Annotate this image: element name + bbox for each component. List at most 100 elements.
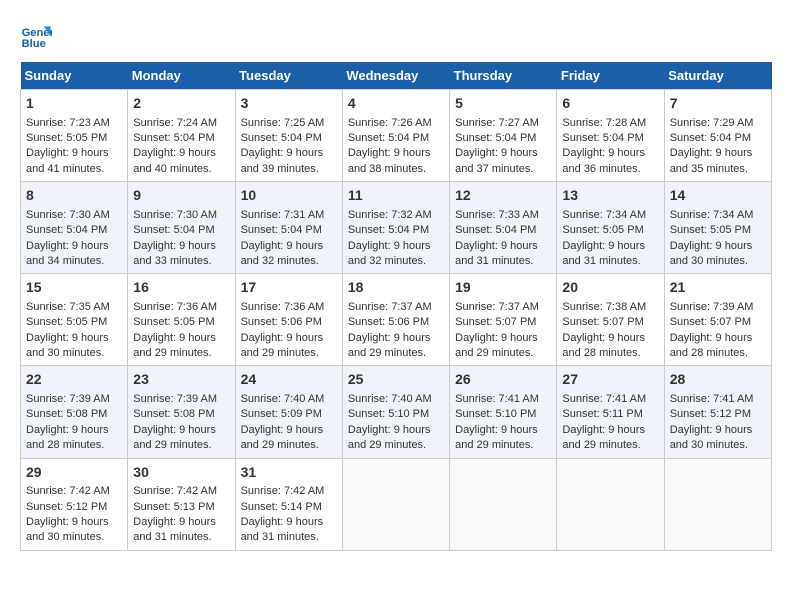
daylight-hours: Daylight: 9 hours and 28 minutes.	[562, 332, 645, 359]
daylight-hours: Daylight: 9 hours and 39 minutes.	[241, 147, 324, 174]
sunrise-time: Sunrise: 7:36 AM	[133, 301, 217, 313]
daylight-hours: Daylight: 9 hours and 31 minutes.	[455, 240, 538, 267]
day-number: 12	[455, 186, 551, 206]
day-number: 14	[670, 186, 766, 206]
calendar-cell: 25Sunrise: 7:40 AMSunset: 5:10 PMDayligh…	[342, 366, 449, 458]
sunrise-time: Sunrise: 7:39 AM	[26, 393, 110, 405]
calendar-cell: 30Sunrise: 7:42 AMSunset: 5:13 PMDayligh…	[128, 458, 235, 550]
day-number: 9	[133, 186, 229, 206]
sunset-time: Sunset: 5:12 PM	[26, 501, 107, 513]
calendar-cell: 28Sunrise: 7:41 AMSunset: 5:12 PMDayligh…	[664, 366, 771, 458]
calendar-cell: 15Sunrise: 7:35 AMSunset: 5:05 PMDayligh…	[21, 274, 128, 366]
daylight-hours: Daylight: 9 hours and 28 minutes.	[26, 424, 109, 451]
sunset-time: Sunset: 5:06 PM	[241, 316, 322, 328]
day-number: 11	[348, 186, 444, 206]
page-container: General Blue SundayMondayTuesdayWednesda…	[20, 20, 772, 551]
calendar-week-2: 8 Sunrise: 7:30 AM Sunset: 5:04 PM Daylight…	[21, 182, 772, 274]
sunset-time: Sunset: 5:13 PM	[133, 501, 214, 513]
calendar-cell: 21Sunrise: 7:39 AMSunset: 5:07 PMDayligh…	[664, 274, 771, 366]
calendar-cell: 22 Sunrise: 7:39 AM Sunset: 5:08 PM Dayligh…	[21, 366, 128, 458]
calendar-week-4: 22 Sunrise: 7:39 AM Sunset: 5:08 PM Dayligh…	[21, 366, 772, 458]
calendar-cell: 24Sunrise: 7:40 AMSunset: 5:09 PMDayligh…	[235, 366, 342, 458]
sunrise-time: Sunrise: 7:37 AM	[348, 301, 432, 313]
header-tuesday: Tuesday	[235, 62, 342, 90]
day-number: 22	[26, 370, 122, 390]
calendar-table: SundayMondayTuesdayWednesdayThursdayFrid…	[20, 62, 772, 551]
header-friday: Friday	[557, 62, 664, 90]
day-number: 1	[26, 94, 122, 114]
day-number: 25	[348, 370, 444, 390]
sunset-time: Sunset: 5:05 PM	[26, 132, 107, 144]
sunrise-time: Sunrise: 7:42 AM	[26, 485, 110, 497]
daylight-hours: Daylight: 9 hours and 29 minutes.	[241, 424, 324, 451]
calendar-cell: 11Sunrise: 7:32 AMSunset: 5:04 PMDayligh…	[342, 182, 449, 274]
daylight-hours: Daylight: 9 hours and 29 minutes.	[348, 332, 431, 359]
logo: General Blue	[20, 20, 52, 52]
sunrise-time: Sunrise: 7:36 AM	[241, 301, 325, 313]
sunset-time: Sunset: 5:11 PM	[562, 408, 643, 420]
header-wednesday: Wednesday	[342, 62, 449, 90]
sunset-time: Sunset: 5:04 PM	[133, 132, 214, 144]
sunset-time: Sunset: 5:04 PM	[455, 132, 536, 144]
sunset-time: Sunset: 5:04 PM	[348, 224, 429, 236]
daylight-hours: Daylight: 9 hours and 38 minutes.	[348, 147, 431, 174]
sunrise-time: Sunrise: 7:34 AM	[562, 209, 646, 221]
day-number: 29	[26, 463, 122, 483]
sunset-time: Sunset: 5:10 PM	[455, 408, 536, 420]
sunrise-time: Sunrise: 7:42 AM	[133, 485, 217, 497]
calendar-cell: 18 Sunrise: 7:37 AM Sunset: 5:06 PM Dayligh…	[342, 274, 449, 366]
daylight-hours: Daylight: 9 hours and 28 minutes.	[670, 332, 753, 359]
header-thursday: Thursday	[450, 62, 557, 90]
day-number: 28	[670, 370, 766, 390]
calendar-cell: 10Sunrise: 7:31 AMSunset: 5:04 PMDayligh…	[235, 182, 342, 274]
calendar-cell: 9Sunrise: 7:30 AMSunset: 5:04 PMDaylight…	[128, 182, 235, 274]
sunset-time: Sunset: 5:05 PM	[562, 224, 643, 236]
day-number: 8	[26, 186, 122, 206]
daylight-hours: Daylight: 9 hours and 29 minutes.	[133, 332, 216, 359]
sunrise-time: Sunrise: 7:39 AM	[133, 393, 217, 405]
calendar-cell: 27Sunrise: 7:41 AMSunset: 5:11 PMDayligh…	[557, 366, 664, 458]
sunset-time: Sunset: 5:10 PM	[348, 408, 429, 420]
svg-text:Blue: Blue	[22, 38, 46, 50]
sunset-time: Sunset: 5:04 PM	[455, 224, 536, 236]
calendar-cell	[342, 458, 449, 550]
day-number: 23	[133, 370, 229, 390]
sunrise-time: Sunrise: 7:27 AM	[455, 117, 539, 129]
daylight-hours: Daylight: 9 hours and 29 minutes.	[241, 332, 324, 359]
day-number: 6	[562, 94, 658, 114]
sunrise-time: Sunrise: 7:40 AM	[348, 393, 432, 405]
daylight-hours: Daylight: 9 hours and 30 minutes.	[26, 332, 109, 359]
calendar-cell: 2Sunrise: 7:24 AMSunset: 5:04 PMDaylight…	[128, 90, 235, 182]
calendar-cell: 31Sunrise: 7:42 AMSunset: 5:14 PMDayligh…	[235, 458, 342, 550]
day-number: 5	[455, 94, 551, 114]
day-number: 26	[455, 370, 551, 390]
day-number: 31	[241, 463, 337, 483]
daylight-hours: Daylight: 9 hours and 37 minutes.	[455, 147, 538, 174]
calendar-cell: 23Sunrise: 7:39 AMSunset: 5:08 PMDayligh…	[128, 366, 235, 458]
sunrise-time: Sunrise: 7:38 AM	[562, 301, 646, 313]
sunrise-time: Sunrise: 7:40 AM	[241, 393, 325, 405]
calendar-cell: 7Sunrise: 7:29 AMSunset: 5:04 PMDaylight…	[664, 90, 771, 182]
daylight-hours: Daylight: 9 hours and 40 minutes.	[133, 147, 216, 174]
calendar-cell: 6Sunrise: 7:28 AMSunset: 5:04 PMDaylight…	[557, 90, 664, 182]
calendar-cell	[450, 458, 557, 550]
daylight-hours: Daylight: 9 hours and 29 minutes.	[562, 424, 645, 451]
daylight-hours: Daylight: 9 hours and 31 minutes.	[133, 516, 216, 543]
day-number: 7	[670, 94, 766, 114]
sunset-time: Sunset: 5:08 PM	[26, 408, 107, 420]
day-number: 27	[562, 370, 658, 390]
daylight-hours: Daylight: 9 hours and 31 minutes.	[241, 516, 324, 543]
sunrise-time: Sunrise: 7:35 AM	[26, 301, 110, 313]
sunset-time: Sunset: 5:06 PM	[348, 316, 429, 328]
sunrise-time: Sunrise: 7:30 AM	[133, 209, 217, 221]
daylight-hours: Daylight: 9 hours and 29 minutes.	[133, 424, 216, 451]
day-number: 17	[241, 278, 337, 298]
sunset-time: Sunset: 5:14 PM	[241, 501, 322, 513]
sunrise-time: Sunrise: 7:23 AM	[26, 117, 110, 129]
sunset-time: Sunset: 5:04 PM	[133, 224, 214, 236]
daylight-hours: Daylight: 9 hours and 30 minutes.	[670, 240, 753, 267]
day-number: 18	[348, 278, 444, 298]
header-saturday: Saturday	[664, 62, 771, 90]
daylight-hours: Daylight: 9 hours and 41 minutes.	[26, 147, 109, 174]
sunrise-time: Sunrise: 7:25 AM	[241, 117, 325, 129]
